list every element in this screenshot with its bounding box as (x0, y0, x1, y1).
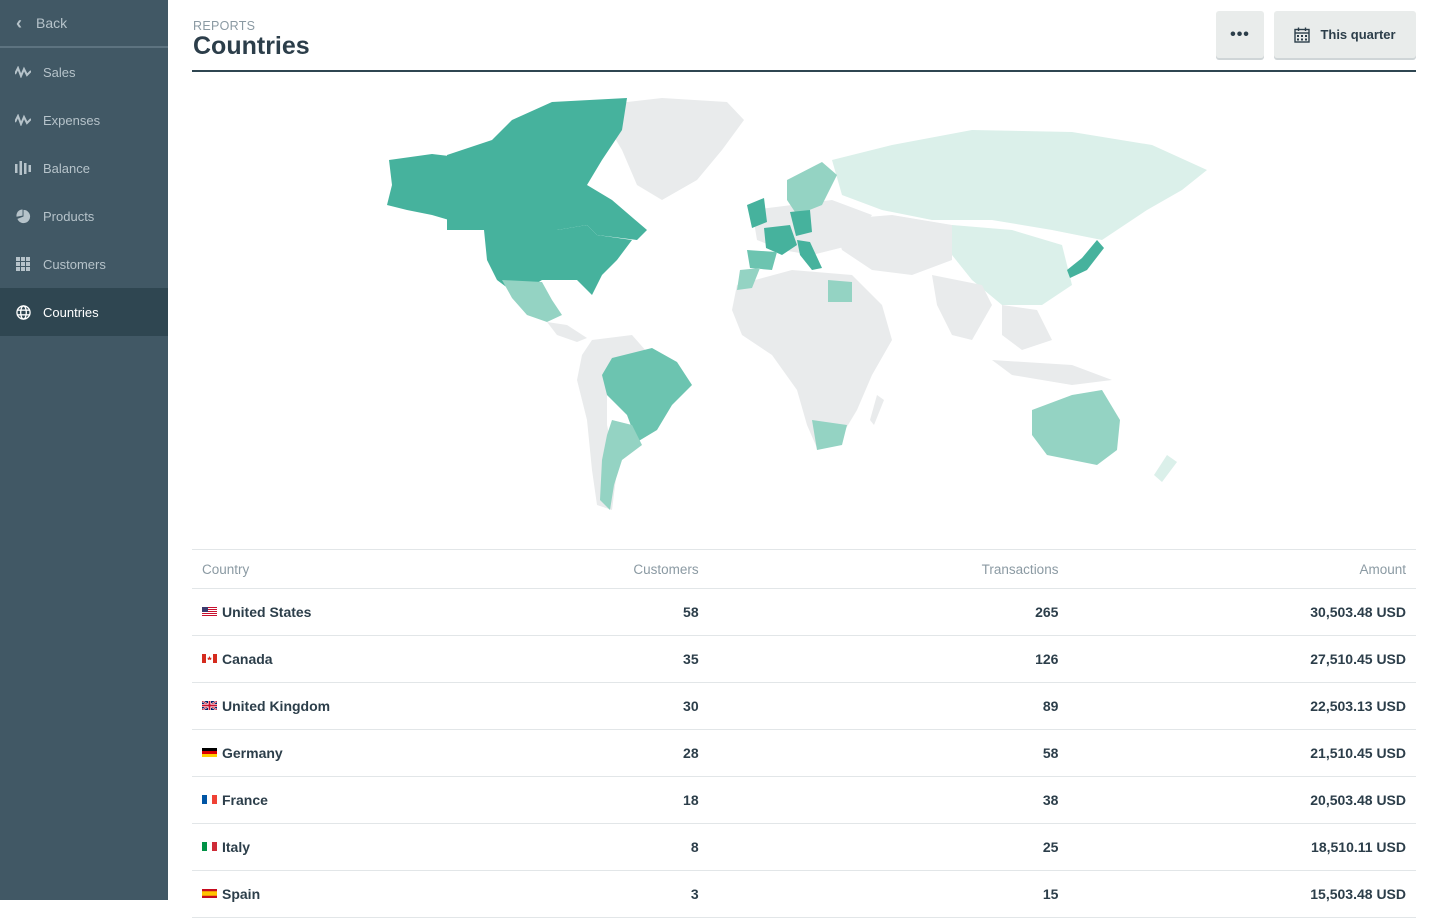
countries-table: Country Customers Transactions Amount Un… (192, 549, 1416, 918)
customers-cell: 8 (623, 823, 709, 871)
transactions-cell: 89 (708, 682, 1069, 730)
globe-icon (15, 304, 31, 320)
map-region-canada[interactable] (447, 98, 647, 240)
map-region-new-zealand[interactable] (1154, 455, 1177, 482)
table-row[interactable]: Spain 3 15 15,503.48 USD (192, 870, 1416, 918)
transactions-cell: 15 (708, 870, 1069, 918)
amount-cell: 22,503.13 USD (1068, 682, 1416, 730)
customers-cell: 58 (623, 588, 709, 636)
main-content: REPORTS Countries ••• This quarter Count… (192, 0, 1416, 918)
page-header: REPORTS Countries ••• This quarter (192, 0, 1416, 72)
customers-cell: 30 (623, 682, 709, 730)
sidebar-item-expenses[interactable]: Expenses (0, 96, 168, 144)
sidebar-item-label: Products (43, 208, 95, 224)
table-row[interactable]: France 18 38 20,503.48 USD (192, 776, 1416, 824)
map-region-japan[interactable] (1067, 240, 1104, 278)
map-region-indonesia[interactable] (992, 360, 1112, 385)
grid-icon (15, 256, 31, 272)
map-region-central-america[interactable] (547, 322, 587, 342)
transactions-cell: 58 (708, 729, 1069, 777)
period-selector-button[interactable]: This quarter (1274, 11, 1416, 58)
map-region-africa[interactable] (732, 270, 892, 448)
table-row[interactable]: Italy 8 25 18,510.11 USD (192, 823, 1416, 871)
back-label: Back (36, 15, 68, 31)
map-region-south-africa[interactable] (812, 420, 847, 450)
customers-cell: 35 (623, 635, 709, 683)
customers-cell: 3 (623, 870, 709, 918)
map-region-alaska[interactable] (387, 154, 449, 220)
sidebar-item-sales[interactable]: Sales (0, 48, 168, 96)
es-flag-icon (202, 888, 217, 898)
map-region-madagascar[interactable] (870, 395, 884, 425)
country-name: Canada (222, 651, 273, 667)
sidebar-item-countries[interactable]: Countries (0, 288, 168, 336)
transactions-cell: 38 (708, 776, 1069, 824)
table-row[interactable]: Canada 35 126 27,510.45 USD (192, 635, 1416, 683)
it-flag-icon (202, 841, 217, 851)
gb-flag-icon (202, 700, 217, 710)
table-header-row: Country Customers Transactions Amount (192, 549, 1416, 589)
transactions-cell: 25 (708, 823, 1069, 871)
customers-cell: 18 (623, 776, 709, 824)
period-label: This quarter (1320, 27, 1396, 42)
table-row[interactable]: Germany 28 58 21,510.45 USD (192, 729, 1416, 777)
sidebar-item-balance[interactable]: Balance (0, 144, 168, 192)
sidebar-item-label: Expenses (43, 112, 101, 128)
table-row[interactable]: United Kingdom 30 89 22,503.13 USD (192, 682, 1416, 730)
more-options-button[interactable]: ••• (1216, 11, 1264, 58)
country-name: France (222, 792, 268, 808)
transactions-cell: 126 (708, 635, 1069, 683)
world-map (192, 90, 1416, 520)
sidebar-item-label: Customers (43, 256, 106, 272)
customers-cell: 28 (623, 729, 709, 777)
bars-icon (15, 160, 31, 176)
ca-flag-icon (202, 653, 217, 663)
sidebar-item-label: Sales (43, 64, 76, 80)
amount-cell: 15,503.48 USD (1068, 870, 1416, 918)
more-icon: ••• (1230, 25, 1250, 43)
chevron-left-icon: ‹ (16, 12, 22, 33)
pie-chart-icon (15, 208, 31, 224)
country-name: Italy (222, 839, 251, 855)
map-region-mexico[interactable] (502, 280, 562, 322)
calendar-icon (1294, 27, 1311, 43)
fr-flag-icon (202, 794, 217, 804)
page-title: Countries (193, 32, 310, 60)
breadcrumb: REPORTS (193, 19, 256, 33)
amount-cell: 27,510.45 USD (1068, 635, 1416, 683)
de-flag-icon (202, 747, 217, 757)
sidebar-item-label: Balance (43, 160, 90, 176)
column-header-customers[interactable]: Customers (623, 549, 709, 589)
sidebar-item-products[interactable]: Products (0, 192, 168, 240)
country-name: Germany (222, 745, 283, 761)
country-name: United Kingdom (222, 698, 331, 714)
us-flag-icon (202, 606, 217, 616)
back-button[interactable]: ‹ Back (0, 0, 168, 48)
amount-cell: 21,510.45 USD (1068, 729, 1416, 777)
activity-icon (15, 112, 31, 128)
sidebar: ‹ Back Sales Expenses Balance Products C… (0, 0, 168, 900)
sidebar-item-label: Countries (43, 304, 99, 320)
amount-cell: 20,503.48 USD (1068, 776, 1416, 824)
amount-cell: 30,503.48 USD (1068, 588, 1416, 636)
transactions-cell: 265 (708, 588, 1069, 636)
map-region-spain[interactable] (747, 250, 777, 270)
map-region-southeast-asia[interactable] (1002, 305, 1052, 350)
activity-icon (15, 64, 31, 80)
column-header-amount[interactable]: Amount (1068, 549, 1416, 589)
map-region-egypt[interactable] (828, 280, 852, 302)
sidebar-item-customers[interactable]: Customers (0, 240, 168, 288)
amount-cell: 18,510.11 USD (1068, 823, 1416, 871)
column-header-transactions[interactable]: Transactions (708, 549, 1069, 589)
table-row[interactable]: United States 58 265 30,503.48 USD (192, 588, 1416, 636)
map-region-australia[interactable] (1032, 390, 1120, 465)
country-name: United States (222, 604, 312, 620)
column-header-country[interactable]: Country (192, 549, 624, 589)
